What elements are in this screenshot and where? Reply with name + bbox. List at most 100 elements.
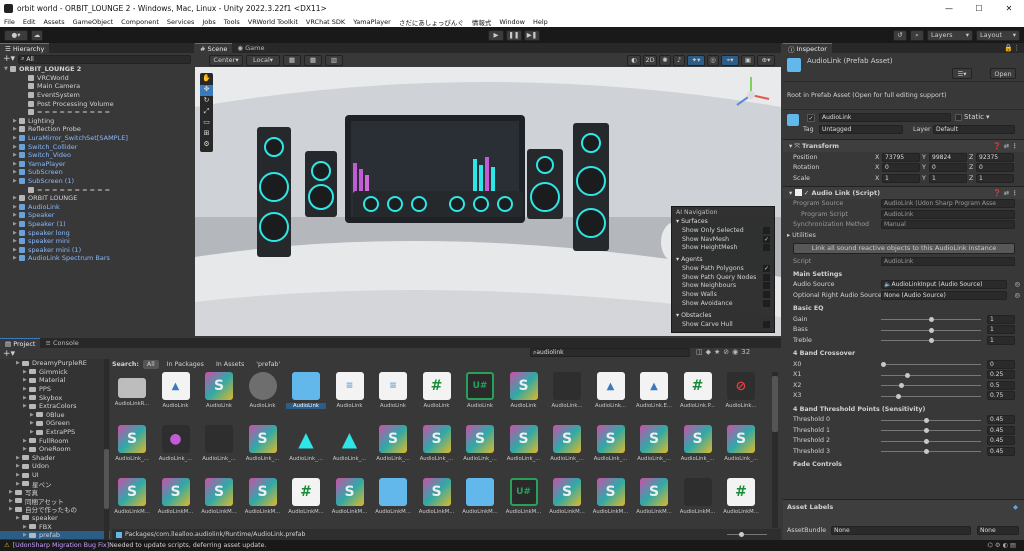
slider-thumb[interactable] bbox=[899, 383, 905, 388]
filter-label-icon[interactable]: ◆ bbox=[706, 348, 711, 356]
folder-tree-item[interactable]: ▶ Shader bbox=[0, 454, 110, 463]
slider-thumb[interactable] bbox=[905, 372, 910, 378]
checkbox[interactable] bbox=[763, 227, 770, 234]
hierarchy-item[interactable]: ▶ Reflection Probe bbox=[0, 125, 194, 134]
folder-tree-item[interactable]: ▶ prefab bbox=[0, 530, 110, 540]
asset-item[interactable]: S AudioLink_... bbox=[547, 425, 587, 471]
asset-item[interactable]: S AudioLinkM... bbox=[591, 478, 631, 524]
asset-variant-dropdown[interactable]: None bbox=[977, 526, 1019, 535]
ai-nav-option[interactable]: Show NavMesh ✓ bbox=[676, 235, 770, 245]
ai-nav-option[interactable]: Show Walls bbox=[676, 291, 770, 300]
tag-dropdown[interactable]: Untagged bbox=[819, 125, 903, 134]
hierarchy-item[interactable]: EventSystem bbox=[0, 91, 194, 100]
gizmos-button[interactable]: ⊕▾ bbox=[757, 54, 775, 66]
favorite-icon[interactable]: ★ bbox=[714, 348, 720, 356]
folder-tree-item[interactable]: ▶ FullRoom bbox=[0, 436, 110, 445]
open-prefab-button[interactable]: Open bbox=[990, 68, 1016, 79]
checkbox[interactable] bbox=[763, 320, 770, 328]
slider-thumb[interactable] bbox=[924, 417, 930, 423]
slider-value-field[interactable]: 0.45 bbox=[987, 436, 1015, 446]
link-audiolink-button[interactable]: Link all sound reactive objects to this … bbox=[793, 242, 1015, 254]
project-search-input[interactable]: ⌕ audiolink bbox=[530, 348, 690, 357]
slider-track[interactable] bbox=[881, 438, 981, 444]
move-tool-icon[interactable]: ✥ bbox=[200, 85, 213, 96]
hierarchy-item[interactable]: ▶ Speaker (1) bbox=[0, 220, 194, 229]
panel-menu-icon[interactable]: 🔒⋮ bbox=[1004, 44, 1020, 52]
minimize-button[interactable]: — bbox=[934, 0, 964, 16]
menu-item[interactable]: Tools bbox=[220, 18, 244, 26]
checkbox[interactable] bbox=[763, 299, 770, 307]
slider-value-field[interactable]: 0.5 bbox=[987, 380, 1015, 390]
asset-item[interactable]: S AudioLinkM... bbox=[243, 478, 283, 524]
asset-item[interactable]: S AudioLinkM... bbox=[330, 478, 370, 524]
asset-item[interactable]: S AudioLink_... bbox=[243, 425, 283, 471]
hierarchy-item[interactable]: ▶ Speaker bbox=[0, 211, 194, 220]
slider-thumb[interactable] bbox=[924, 428, 930, 433]
maximize-button[interactable]: ☐ bbox=[964, 0, 994, 16]
hierarchy-item[interactable]: ▶ speaker mini bbox=[0, 237, 194, 246]
transform-scale-x-field[interactable]: 1 bbox=[882, 173, 920, 183]
folder-tree-item[interactable]: ▶ Gimmick bbox=[0, 368, 110, 377]
slider-track[interactable] bbox=[881, 372, 981, 378]
right-audio-source-field[interactable]: None (Audio Source) bbox=[881, 290, 1007, 300]
menu-item[interactable]: Jobs bbox=[198, 18, 219, 26]
asset-item[interactable]: # AudioLinkM... bbox=[721, 478, 761, 524]
hierarchy-item[interactable]: = = = = = = = = = = bbox=[0, 185, 194, 194]
asset-item[interactable]: S AudioLinkM... bbox=[112, 478, 152, 524]
camera-button[interactable]: ▣ bbox=[741, 54, 755, 66]
eye-icon[interactable]: ◉ bbox=[732, 348, 738, 356]
transform-scale-y-field[interactable]: 1 bbox=[929, 173, 967, 183]
space-dropdown[interactable]: Local ▾ bbox=[246, 54, 280, 66]
slider-value-field[interactable]: 0.25 bbox=[987, 370, 1015, 380]
hierarchy-item[interactable]: Post Processing Volume bbox=[0, 99, 194, 108]
checkbox[interactable]: ✓ bbox=[763, 235, 770, 243]
orientation-gizmo[interactable] bbox=[729, 73, 773, 117]
folder-tree-item[interactable]: ▶ 0Blue bbox=[0, 411, 110, 420]
asset-item[interactable]: S AudioLink_... bbox=[591, 425, 631, 471]
transform-rotation-z-field[interactable]: 0 bbox=[976, 163, 1014, 173]
search-filter-tab[interactable]: In Assets bbox=[212, 360, 248, 369]
ai-nav-option[interactable]: Show Only Selected bbox=[676, 227, 770, 236]
hierarchy-item[interactable]: ▶ Switch_Video bbox=[0, 151, 194, 160]
slider-value-field[interactable]: 0.45 bbox=[987, 446, 1015, 456]
component-menu-icon[interactable]: ❓ ⇄ ⋮ bbox=[993, 142, 1018, 150]
menu-item[interactable]: Help bbox=[529, 18, 552, 26]
rotate-tool-icon[interactable]: ↻ bbox=[200, 96, 213, 107]
slider-value-field[interactable]: 0.45 bbox=[987, 415, 1015, 425]
slider-value-field[interactable]: 1 bbox=[987, 335, 1015, 345]
slider-thumb[interactable] bbox=[924, 449, 930, 454]
slider-track[interactable] bbox=[881, 362, 981, 367]
hierarchy-item[interactable]: = = = = = = = = = = bbox=[0, 108, 194, 117]
slider-thumb[interactable] bbox=[896, 393, 902, 399]
component-menu-icon[interactable]: ❓ ⇄ ⋮ bbox=[993, 189, 1018, 197]
custom-tool-icon[interactable]: ⚙ bbox=[200, 140, 213, 151]
asset-item[interactable]: S AudioLink_... bbox=[373, 425, 413, 471]
menu-item[interactable]: Edit bbox=[19, 18, 40, 26]
asset-item[interactable]: S AudioLink_... bbox=[112, 425, 152, 471]
asset-item[interactable]: S AudioLinkM... bbox=[199, 478, 239, 524]
folder-tree-item[interactable]: ▶ UI bbox=[0, 471, 110, 480]
slider-value-field[interactable]: 0.75 bbox=[987, 391, 1015, 401]
settings-dropdown[interactable]: ☰▾ bbox=[952, 68, 972, 79]
hidden-packages-icon[interactable]: ⊘ bbox=[723, 348, 729, 356]
hidden-toggle[interactable]: ◎ bbox=[707, 54, 719, 66]
icon-size-slider[interactable] bbox=[727, 532, 767, 537]
search-filter-tab[interactable]: 'prefab' bbox=[252, 360, 284, 369]
folder-tree-item[interactable]: ▶ DreamyPurpleRE bbox=[0, 359, 110, 368]
audiolink-script-header[interactable]: ▾ ✓ Audio Link (Script) ❓ ⇄ ⋮ bbox=[783, 185, 1024, 199]
transform-position-y-field[interactable]: 99824 bbox=[929, 152, 967, 162]
asset-item[interactable]: S AudioLink_... bbox=[417, 425, 457, 471]
asset-item[interactable]: AudioLink bbox=[243, 372, 283, 418]
asset-item[interactable]: ≡ AudioLink bbox=[373, 372, 413, 418]
folder-tree-item[interactable]: ▶ PPS bbox=[0, 385, 110, 394]
tree-scrollbar[interactable] bbox=[104, 359, 109, 540]
menu-item[interactable]: Assets bbox=[39, 18, 68, 26]
hierarchy-item[interactable]: ▶ speaker mini (1) bbox=[0, 245, 194, 254]
ai-nav-option[interactable]: Show Path Query Nodes bbox=[676, 273, 770, 283]
filter-type-icon[interactable]: ◫ bbox=[696, 348, 703, 356]
ai-nav-option[interactable]: Show Carve Hull bbox=[676, 320, 770, 330]
tab-hierarchy[interactable]: ☰ Hierarchy bbox=[0, 43, 50, 53]
asset-item[interactable]: ▲ AudioLink bbox=[156, 372, 196, 418]
layer-dropdown[interactable]: Default bbox=[933, 125, 1015, 134]
asset-item[interactable]: AudioLinkM... bbox=[678, 478, 718, 524]
